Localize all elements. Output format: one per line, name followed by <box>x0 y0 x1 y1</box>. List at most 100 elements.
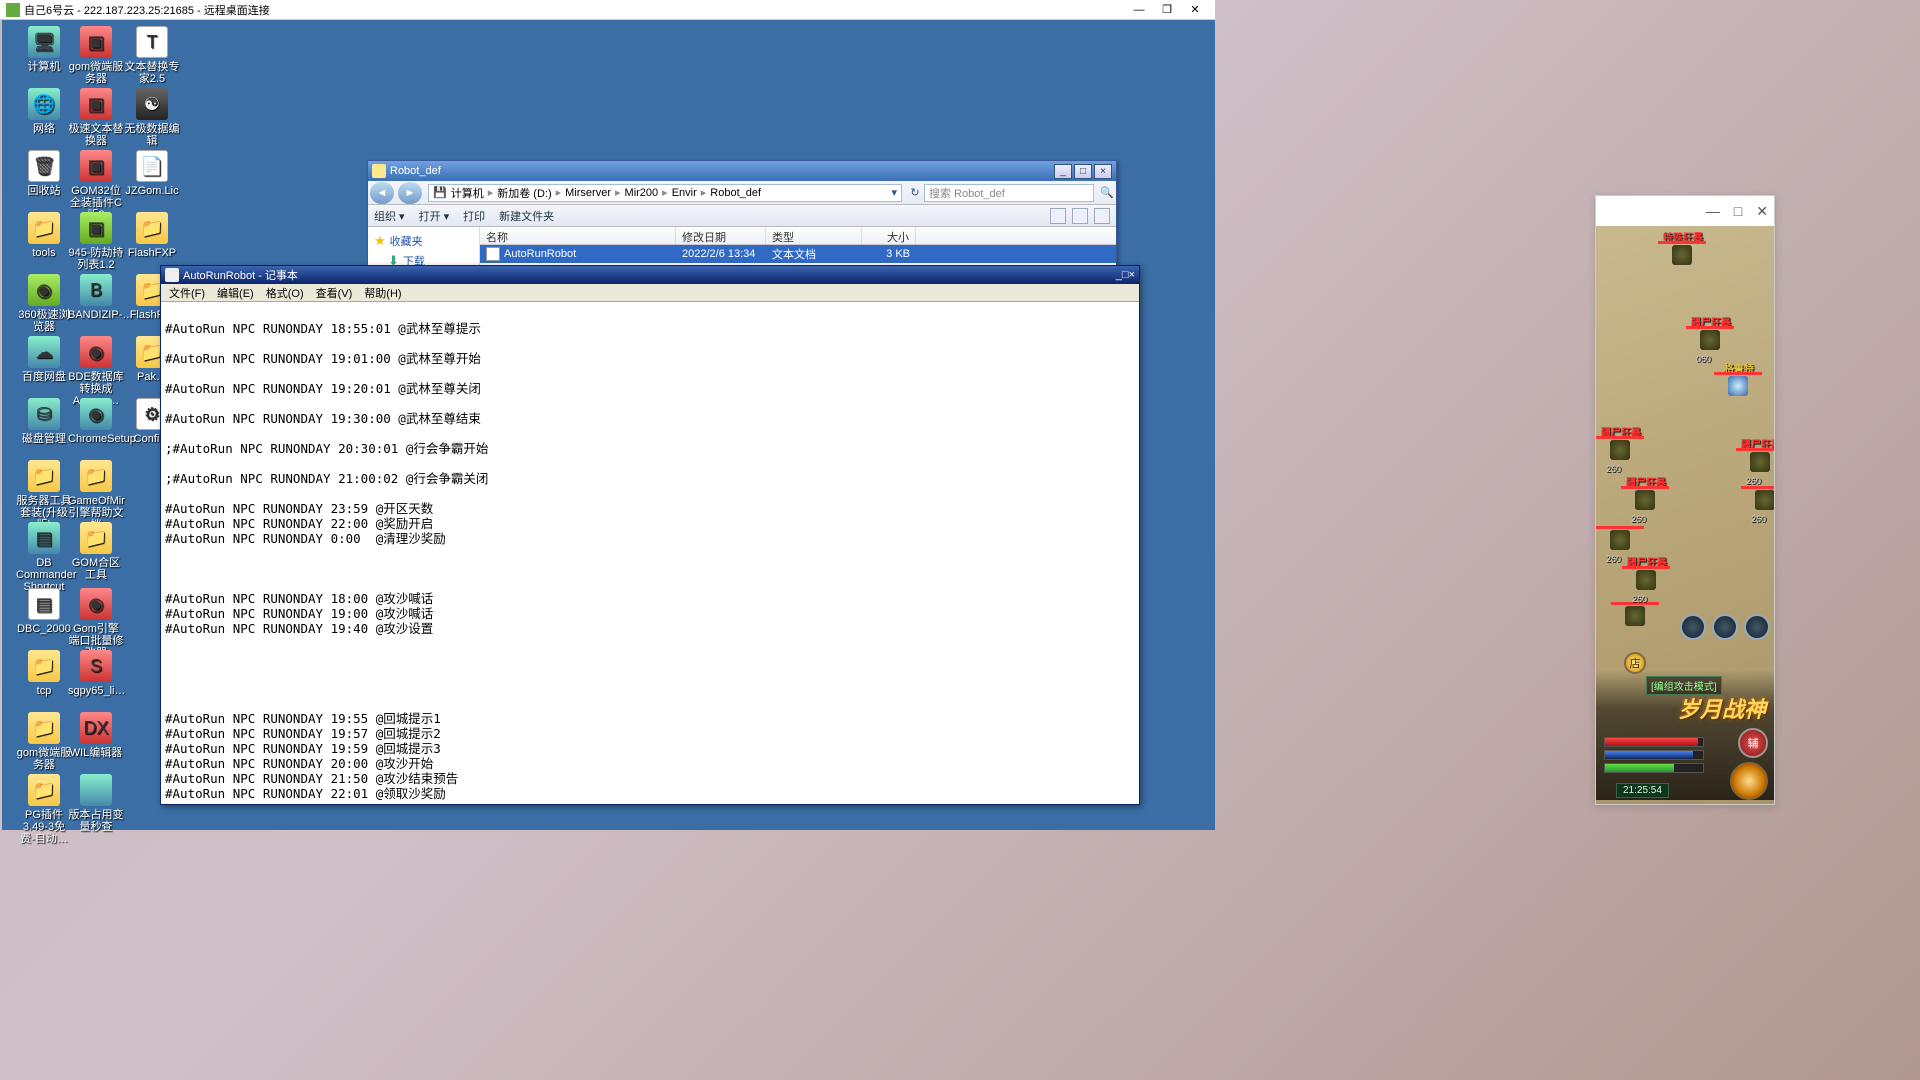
host-maximize-button[interactable]: ❐ <box>1153 1 1181 19</box>
player-character[interactable]: 格鲁特 <box>1724 372 1752 400</box>
explorer-minimize-button[interactable]: _ <box>1054 164 1072 179</box>
sidebar-favorites[interactable]: ★收藏夹 <box>374 233 473 249</box>
enemy-mob[interactable]: 疆尸狂暴260 <box>1746 448 1774 476</box>
desktop-icon[interactable]: ▤DB Commander Shortcut <box>16 522 72 593</box>
col-size[interactable]: 大小 <box>862 227 916 244</box>
refresh-button[interactable]: ↻ <box>906 186 924 199</box>
app-icon: ⛁ <box>28 398 60 430</box>
desktop-icon[interactable]: 📄JZGom.Lic <box>124 150 180 197</box>
breadcrumb-segment[interactable]: Envir <box>672 187 697 199</box>
hud-orb-icon[interactable] <box>1744 614 1770 640</box>
menu-item[interactable]: 文件(F) <box>165 284 209 302</box>
col-modified[interactable]: 修改日期 <box>676 227 766 244</box>
desktop-icon[interactable]: ▣GOM32位全装插件C版2 <box>68 150 124 221</box>
notepad-window[interactable]: AutoRunRobot - 记事本 _ □ × 文件(F)编辑(E)格式(O)… <box>160 265 1140 805</box>
app-icon: 📁 <box>28 650 60 682</box>
desktop-icon[interactable]: 🖥计算机 <box>16 26 72 73</box>
enemy-mob[interactable]: 特殊狂暴 <box>1668 241 1696 269</box>
enemy-mob[interactable]: 疆尸狂暴260 <box>1631 486 1659 514</box>
col-type[interactable]: 类型 <box>766 227 862 244</box>
explorer-close-button[interactable]: × <box>1094 164 1112 179</box>
desktop-icon[interactable]: 📁GOM合区工具 <box>68 522 124 581</box>
desktop-icon[interactable]: ◉BDE数据库转换成Access… <box>68 336 124 407</box>
toolbar-print[interactable]: 打印 <box>463 208 485 224</box>
desktop-icon[interactable]: ⛁磁盘管理 <box>16 398 72 445</box>
hud-orb-icon[interactable] <box>1712 614 1738 640</box>
desktop-icon[interactable]: 📁gom微端服务器 <box>16 712 72 771</box>
toolbar-open[interactable]: 打开 ▾ <box>419 208 450 224</box>
breadcrumb[interactable]: 💾计算机▸新加卷 (D:)▸Mirserver▸Mir200▸Envir▸Rob… <box>428 184 902 202</box>
game-close-button[interactable]: ✕ <box>1756 203 1768 220</box>
breadcrumb-segment[interactable]: Mir200 <box>625 187 659 199</box>
preview-icon[interactable] <box>1072 208 1088 224</box>
breadcrumb-segment[interactable]: 计算机 <box>451 185 484 201</box>
desktop-icon[interactable]: 📁PG插件3.49-3免费-自动… <box>16 774 72 845</box>
desktop-icon[interactable]: ☯无极数据编辑 <box>124 88 180 147</box>
desktop-icon[interactable]: T文本替换专家2.5 <box>124 26 180 85</box>
search-input[interactable]: 搜索 Robot_def <box>924 184 1094 202</box>
view-icon[interactable] <box>1050 208 1066 224</box>
menu-item[interactable]: 帮助(H) <box>360 284 405 302</box>
game-maximize-button[interactable]: □ <box>1734 203 1742 219</box>
desktop-icon[interactable]: ▣gom微端服务器 <box>68 26 124 85</box>
desktop-icon[interactable]: DXWIL编辑器 <box>68 712 124 759</box>
menu-item[interactable]: 格式(O) <box>262 284 308 302</box>
app-icon: S <box>80 650 112 682</box>
explorer-titlebar[interactable]: Robot_def _ □ × <box>368 161 1116 181</box>
search-icon[interactable]: 🔍 <box>1098 186 1116 199</box>
explorer-maximize-button[interactable]: □ <box>1074 164 1092 179</box>
desktop-icon[interactable]: BBANDIZIP-… <box>68 274 124 321</box>
help-icon[interactable] <box>1094 208 1110 224</box>
desktop-icon[interactable]: ◉ChromeSetup <box>68 398 124 445</box>
menu-item[interactable]: 编辑(E) <box>213 284 258 302</box>
notepad-titlebar[interactable]: AutoRunRobot - 记事本 _ □ × <box>161 266 1139 284</box>
notepad-textarea[interactable] <box>161 302 1139 804</box>
desktop-icon[interactable]: 📁GameOfMir引擎帮助文档 <box>68 460 124 531</box>
desktop-icon[interactable]: 📁tcp <box>16 650 72 697</box>
desktop-icon[interactable]: 🌐网络 <box>16 88 72 135</box>
desktop-icon[interactable]: ▣极速文本替换器 <box>68 88 124 147</box>
desktop-icon[interactable]: 📁服务器工具套装(升级版) <box>16 460 72 531</box>
col-name[interactable]: 名称 <box>480 227 676 244</box>
toolbar-organize[interactable]: 组织 ▾ <box>374 208 405 224</box>
notepad-maximize-button[interactable]: □ <box>1122 269 1129 281</box>
game-viewport[interactable]: 疆尸狂暴260 260 260 疆尸狂暴260 疆尸狂暴260 疆尸狂暴260 格鲁特疆尸狂… <box>1596 226 1774 804</box>
desktop-icon[interactable]: 📁FlashFXP <box>124 212 180 259</box>
desktop-icon[interactable]: ☁百度网盘 <box>16 336 72 383</box>
desktop-icon[interactable]: Ssgpy65_li… <box>68 650 124 697</box>
toolbar-newfolder[interactable]: 新建文件夹 <box>499 208 554 224</box>
list-row[interactable]: AutoRunRobot 2022/2/6 13:34 文本文档 3 KB <box>480 245 1116 263</box>
host-close-button[interactable]: ✕ <box>1181 1 1209 19</box>
shop-button[interactable]: 店 <box>1624 652 1646 674</box>
remote-desktop[interactable]: 🖥计算机▣gom微端服务器T文本替换专家2.5 🌐网络▣极速文本替换器☯无极数据编… <box>2 20 1215 830</box>
desktop-icon[interactable]: ▤DBC_2000 <box>16 588 72 635</box>
game-window[interactable]: — □ ✕ 疆尸狂暴260260260疆尸狂暴260疆尸狂暴260疆尸狂暴260… <box>1595 195 1775 805</box>
main-orb-icon[interactable] <box>1730 762 1768 800</box>
enemy-mob[interactable]: 疆尸狂暴060 <box>1696 326 1724 354</box>
desktop-icon[interactable]: ◉Gom引擎端口批量修改器 <box>68 588 124 659</box>
breadcrumb-segment[interactable]: 新加卷 (D:) <box>497 185 551 201</box>
host-icon <box>6 3 20 17</box>
chevron-down-icon[interactable]: ▾ <box>891 186 897 199</box>
desktop-icon[interactable]: 版本占用变量秒查 <box>68 774 124 833</box>
host-minimize-button[interactable]: — <box>1125 1 1153 19</box>
breadcrumb-segment[interactable]: Robot_def <box>710 187 761 199</box>
enemy-mob[interactable]: 疆尸狂暴260 <box>1606 436 1634 464</box>
list-header[interactable]: 名称 修改日期 类型 大小 <box>480 227 1116 245</box>
assist-button[interactable]: 辅 <box>1738 728 1768 758</box>
desktop-icon[interactable]: 📁tools <box>16 212 72 259</box>
nav-back-button[interactable]: ◄ <box>370 182 394 204</box>
game-minimize-button[interactable]: — <box>1706 203 1720 219</box>
enemy-mob[interactable]: 疆尸狂暴260 <box>1632 566 1660 594</box>
game-titlebar[interactable]: — □ ✕ <box>1596 196 1774 226</box>
notepad-close-button[interactable]: × <box>1129 269 1135 281</box>
desktop-icon[interactable]: ◉360极速浏览器 <box>16 274 72 333</box>
desktop-icon[interactable]: 🗑回收站 <box>16 150 72 197</box>
nav-forward-button[interactable]: ► <box>398 182 422 204</box>
enemy-mob[interactable]: 260 <box>1751 486 1774 514</box>
desktop-icon[interactable]: ▣945-防劫持列表1.2 <box>68 212 124 271</box>
enemy-mob[interactable]: 260 <box>1606 526 1634 554</box>
breadcrumb-segment[interactable]: Mirserver <box>565 187 611 199</box>
menu-item[interactable]: 查看(V) <box>312 284 357 302</box>
hud-orb-icon[interactable] <box>1680 614 1706 640</box>
